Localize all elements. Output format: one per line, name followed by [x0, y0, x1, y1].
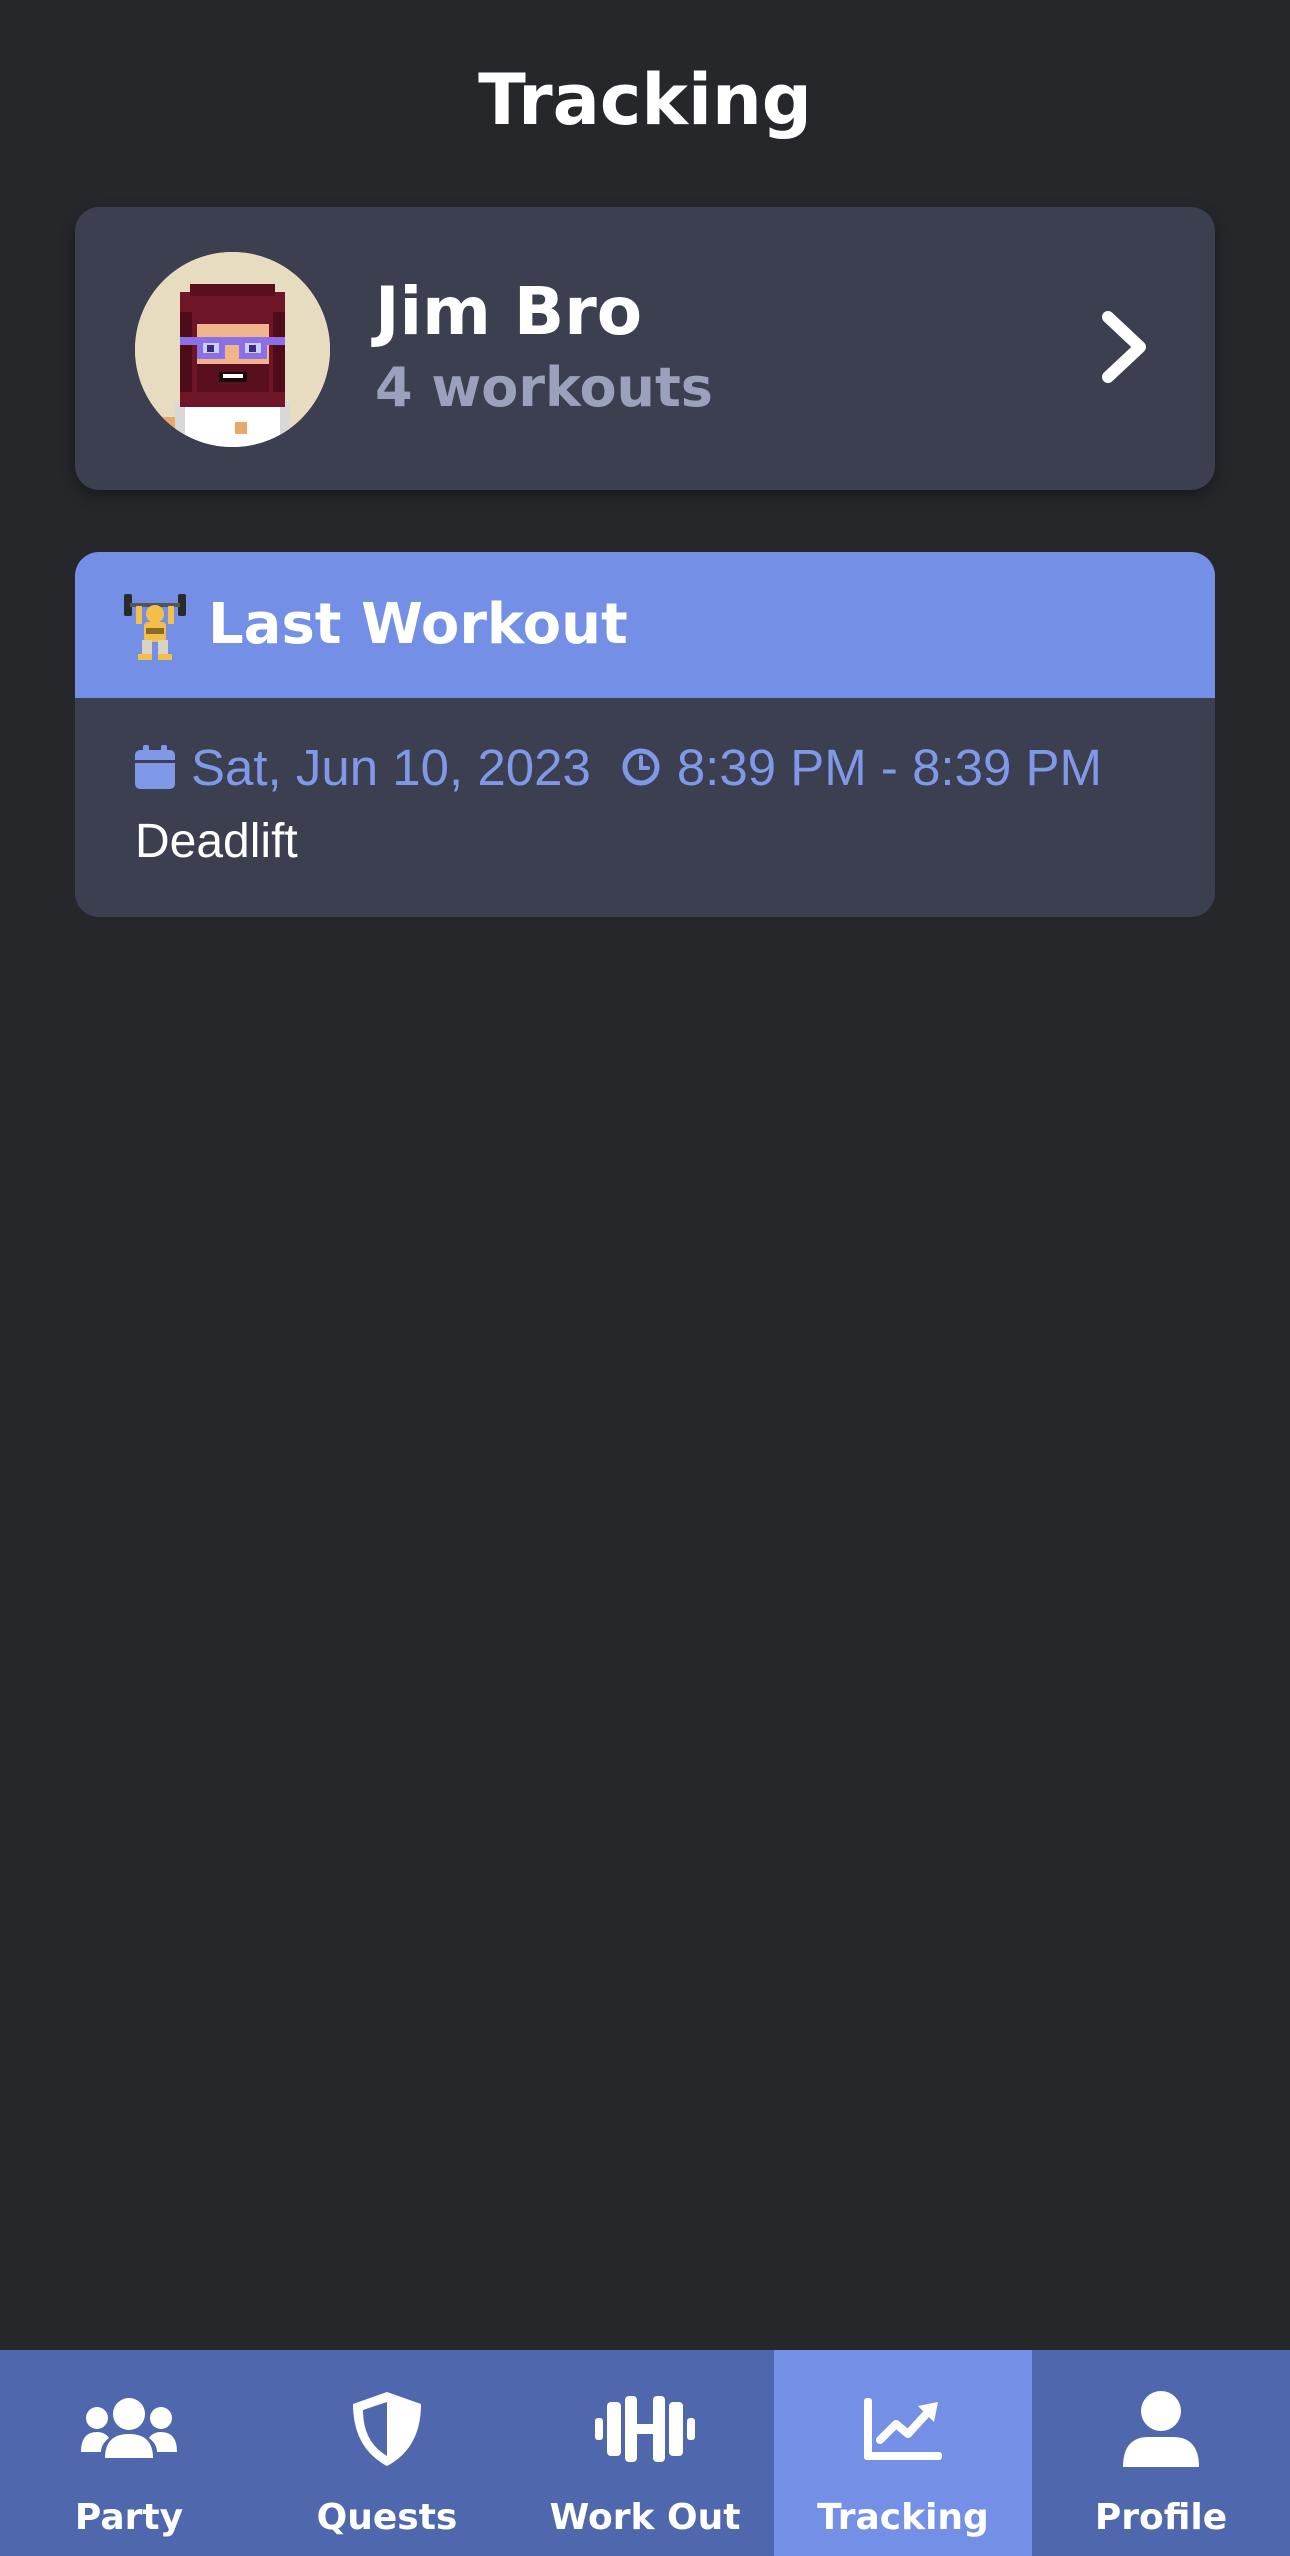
last-workout-header: Last Workout — [75, 552, 1215, 698]
workout-date: Sat, Jun 10, 2023 — [191, 738, 591, 796]
nav-label-quests: Quests — [316, 2497, 458, 2538]
bottom-nav: Party Quests Work Out Tracking Profile — [0, 2350, 1290, 2556]
nav-label-work-out: Work Out — [549, 2497, 741, 2538]
nav-item-party[interactable]: Party — [0, 2350, 258, 2556]
nav-item-quests[interactable]: Quests — [258, 2350, 516, 2556]
nav-label-party: Party — [74, 2497, 184, 2538]
dumbbell-icon — [595, 2396, 695, 2462]
workout-meta: Sat, Jun 10, 2023 8:39 PM - 8:39 PM — [135, 732, 1102, 802]
workout-exercise: Deadlift — [135, 815, 298, 868]
last-workout-title: Last Workout — [208, 592, 628, 657]
page-title: Tracking — [478, 59, 812, 141]
weight-lifter-icon — [124, 594, 186, 660]
last-workout-card[interactable]: Last Workout Sat, Jun 10, 2023 8:39 PM -… — [75, 552, 1215, 917]
nav-label-profile: Profile — [1094, 2497, 1228, 2538]
clock-icon — [622, 748, 660, 786]
chevron-right-icon[interactable] — [1090, 307, 1160, 387]
nav-item-work-out[interactable]: Work Out — [516, 2350, 774, 2556]
user-summary-card[interactable]: Jim Bro 4 workouts — [75, 207, 1215, 490]
nav-label-tracking: Tracking — [817, 2497, 989, 2538]
user-name: Jim Bro — [375, 273, 643, 350]
user-icon — [1123, 2391, 1199, 2467]
nav-item-tracking[interactable]: Tracking — [774, 2350, 1032, 2556]
workout-count: 4 workouts — [375, 356, 713, 419]
shield-icon — [353, 2392, 421, 2466]
avatar — [135, 252, 330, 447]
users-icon — [81, 2398, 177, 2458]
workout-time: 8:39 PM - 8:39 PM — [676, 738, 1102, 796]
tracking-page: Tracking Jim Bro 4 workouts Last Workout… — [0, 0, 1290, 2556]
chart-line-icon — [864, 2398, 942, 2460]
nav-item-profile[interactable]: Profile — [1032, 2350, 1290, 2556]
calendar-icon — [135, 745, 175, 789]
